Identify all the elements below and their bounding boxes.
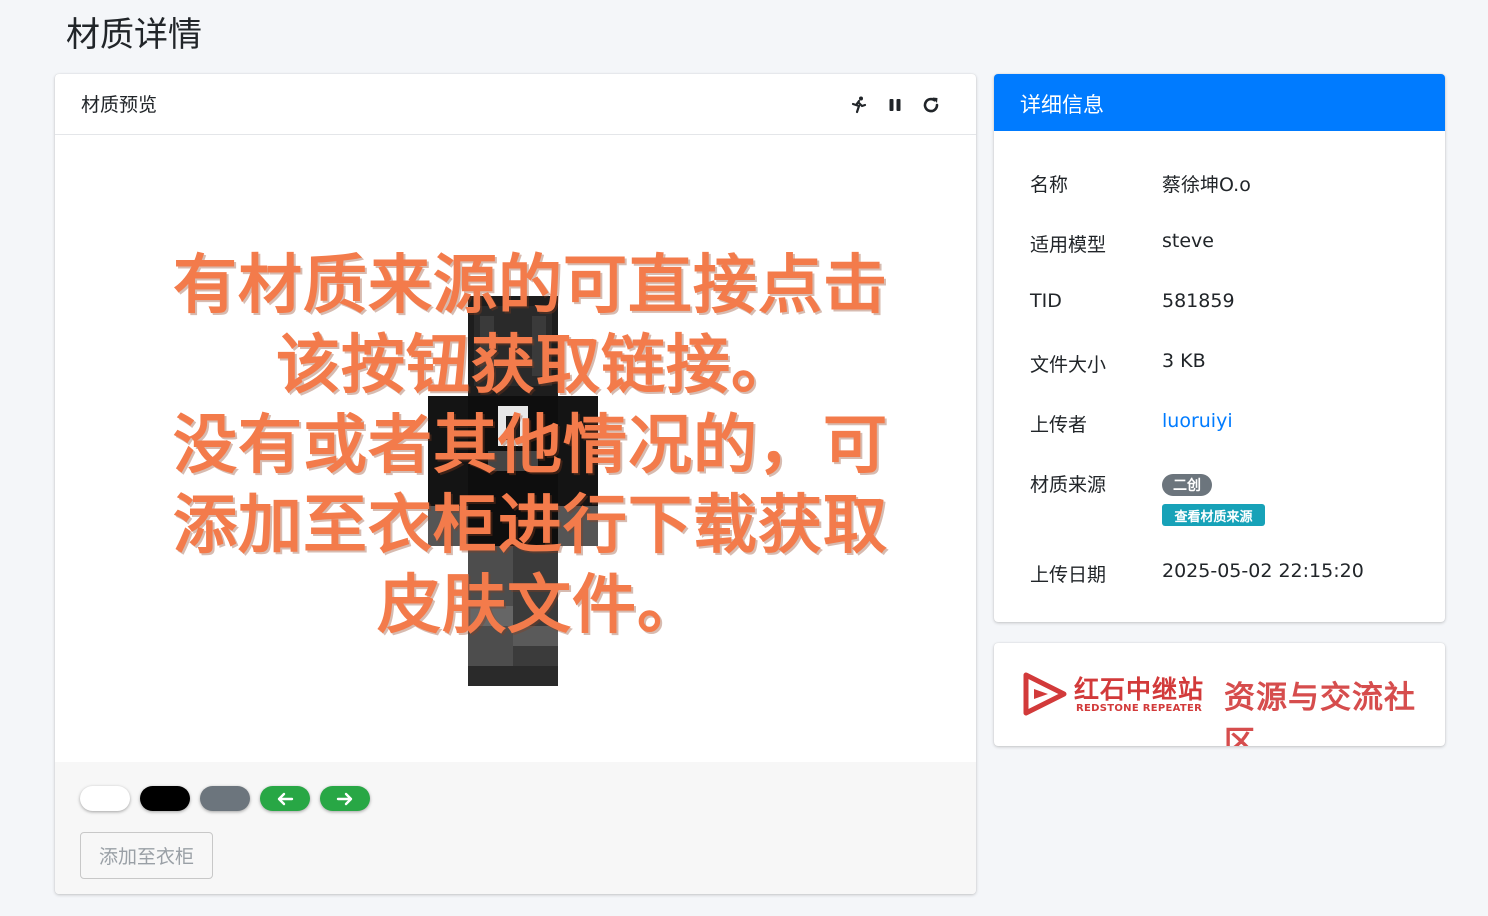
rotate-icon[interactable] xyxy=(918,92,944,118)
add-to-closet-button[interactable]: 添加至衣柜 xyxy=(80,832,213,879)
size-label: 文件大小 xyxy=(1030,354,1107,376)
bg-gray-button[interactable] xyxy=(200,786,250,811)
arrow-right-icon xyxy=(336,792,353,805)
bg-black-button[interactable] xyxy=(140,786,190,811)
banner-brand: 红石中继站 xyxy=(1074,675,1205,704)
preview-card: 材质预览 有材质来源的可直接点击 该按钮获取链接。 没有或者其他情况的，可 添加… xyxy=(55,74,976,894)
detail-card: 详细信息 名称 蔡徐坤O.o 适用模型 steve TID 581859 文件大… xyxy=(994,74,1445,622)
tid-value: 581859 xyxy=(1162,290,1235,312)
source-type-badge: 二创 xyxy=(1162,474,1212,496)
next-bg-button[interactable] xyxy=(320,786,370,811)
community-banner[interactable]: 红石中继站 REDSTONE REPEATER 资源与交流社区 xyxy=(994,643,1445,746)
uploader-label: 上传者 xyxy=(1030,414,1088,436)
name-label: 名称 xyxy=(1030,174,1069,196)
banner-brand-en: REDSTONE REPEATER xyxy=(1076,703,1203,714)
preview-header: 材质预览 xyxy=(55,74,976,135)
tid-label: TID xyxy=(1030,290,1062,312)
prev-bg-button[interactable] xyxy=(260,786,310,811)
detail-header: 详细信息 xyxy=(994,74,1445,131)
size-value: 3 KB xyxy=(1162,350,1206,372)
overlay-notice: 有材质来源的可直接点击 该按钮获取链接。 没有或者其他情况的，可 添加至衣柜进行… xyxy=(173,246,913,646)
overlay-line: 添加至衣柜进行下载获取 xyxy=(173,489,888,563)
overlay-line: 没有或者其他情况的，可 xyxy=(173,409,888,483)
overlay-line: 皮肤文件。 xyxy=(377,569,702,643)
overlay-line: 该按钮获取链接。 xyxy=(276,329,796,403)
skin-viewer[interactable]: 有材质来源的可直接点击 该按钮获取链接。 没有或者其他情况的，可 添加至衣柜进行… xyxy=(55,136,976,762)
source-label: 材质来源 xyxy=(1030,474,1107,496)
upload-date-value: 2025-05-02 22:15:20 xyxy=(1162,560,1364,582)
model-value: steve xyxy=(1162,230,1214,252)
page-title: 材质详情 xyxy=(66,15,202,55)
model-label: 适用模型 xyxy=(1030,234,1107,256)
uploader-link[interactable]: luoruiyi xyxy=(1162,410,1233,432)
running-icon[interactable] xyxy=(846,92,872,118)
bg-white-button[interactable] xyxy=(80,786,130,811)
view-source-link[interactable]: 查看材质来源 xyxy=(1162,504,1265,526)
banner-slogan: 资源与交流社区 xyxy=(1224,680,1416,746)
preview-footer: 添加至衣柜 xyxy=(55,762,976,894)
play-logo-icon xyxy=(1023,672,1067,716)
pause-icon[interactable] xyxy=(882,92,908,118)
overlay-line: 有材质来源的可直接点击 xyxy=(173,249,888,323)
detail-title: 详细信息 xyxy=(1020,93,1104,117)
preview-title: 材质预览 xyxy=(81,94,158,116)
name-value: 蔡徐坤O.o xyxy=(1162,174,1251,196)
upload-date-label: 上传日期 xyxy=(1030,564,1107,586)
arrow-left-icon xyxy=(277,792,294,805)
